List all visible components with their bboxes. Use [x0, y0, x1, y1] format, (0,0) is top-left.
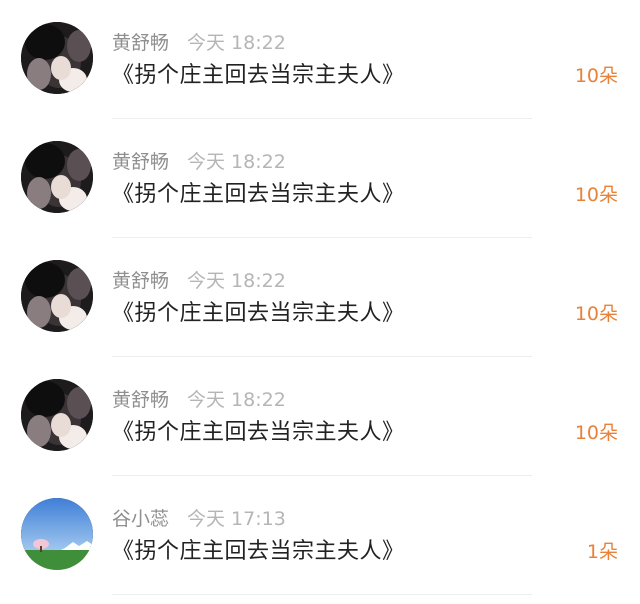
book-title[interactable]: 《拐个庄主回去当宗主夫人》 [112, 60, 405, 92]
list-item[interactable]: 黄舒畅 今天 18:22 《拐个庄主回去当宗主夫人》 10朵 [0, 238, 640, 357]
list-item[interactable]: 黄舒畅 今天 18:22 《拐个庄主回去当宗主夫人》 10朵 [0, 357, 640, 476]
gift-count: 10朵 [574, 303, 618, 325]
portrait-avatar-icon [21, 260, 93, 332]
record-meta: 谷小蕊 今天 17:13 [112, 506, 286, 532]
record-meta: 黄舒畅 今天 18:22 [112, 30, 286, 56]
user-name[interactable]: 黄舒畅 [112, 149, 169, 175]
record-meta: 黄舒畅 今天 18:22 [112, 268, 286, 294]
list-item[interactable]: 谷小蕊 今天 17:13 《拐个庄主回去当宗主夫人》 1朵 [0, 476, 640, 595]
user-name[interactable]: 黄舒畅 [112, 387, 169, 413]
portrait-avatar-icon [21, 22, 93, 94]
list-item[interactable]: 黄舒畅 今天 18:22 《拐个庄主回去当宗主夫人》 10朵 [0, 119, 640, 238]
book-title[interactable]: 《拐个庄主回去当宗主夫人》 [112, 536, 405, 568]
timestamp: 今天 18:22 [187, 270, 286, 292]
user-name[interactable]: 谷小蕊 [112, 506, 169, 532]
avatar[interactable] [21, 379, 93, 451]
gift-count: 1朵 [586, 541, 618, 563]
book-title[interactable]: 《拐个庄主回去当宗主夫人》 [112, 417, 405, 449]
gift-count: 10朵 [574, 65, 618, 87]
book-title[interactable]: 《拐个庄主回去当宗主夫人》 [112, 298, 405, 330]
timestamp: 今天 18:22 [187, 151, 286, 173]
book-title[interactable]: 《拐个庄主回去当宗主夫人》 [112, 179, 405, 211]
record-meta: 黄舒畅 今天 18:22 [112, 387, 286, 413]
timestamp: 今天 18:22 [187, 389, 286, 411]
avatar[interactable] [21, 22, 93, 94]
user-name[interactable]: 黄舒畅 [112, 268, 169, 294]
portrait-avatar-icon [21, 379, 93, 451]
gift-count: 10朵 [574, 184, 618, 206]
gift-count: 10朵 [574, 422, 618, 444]
user-name[interactable]: 黄舒畅 [112, 30, 169, 56]
avatar[interactable] [21, 498, 93, 570]
portrait-avatar-icon [21, 141, 93, 213]
avatar[interactable] [21, 141, 93, 213]
list-item[interactable]: 黄舒畅 今天 18:22 《拐个庄主回去当宗主夫人》 10朵 [0, 0, 640, 119]
timestamp: 今天 17:13 [187, 508, 286, 530]
avatar[interactable] [21, 260, 93, 332]
gift-record-list: 黄舒畅 今天 18:22 《拐个庄主回去当宗主夫人》 10朵 黄舒畅 今天 18… [0, 0, 640, 604]
record-meta: 黄舒畅 今天 18:22 [112, 149, 286, 175]
divider [112, 594, 532, 595]
timestamp: 今天 18:22 [187, 32, 286, 54]
landscape-avatar-icon [21, 498, 93, 570]
